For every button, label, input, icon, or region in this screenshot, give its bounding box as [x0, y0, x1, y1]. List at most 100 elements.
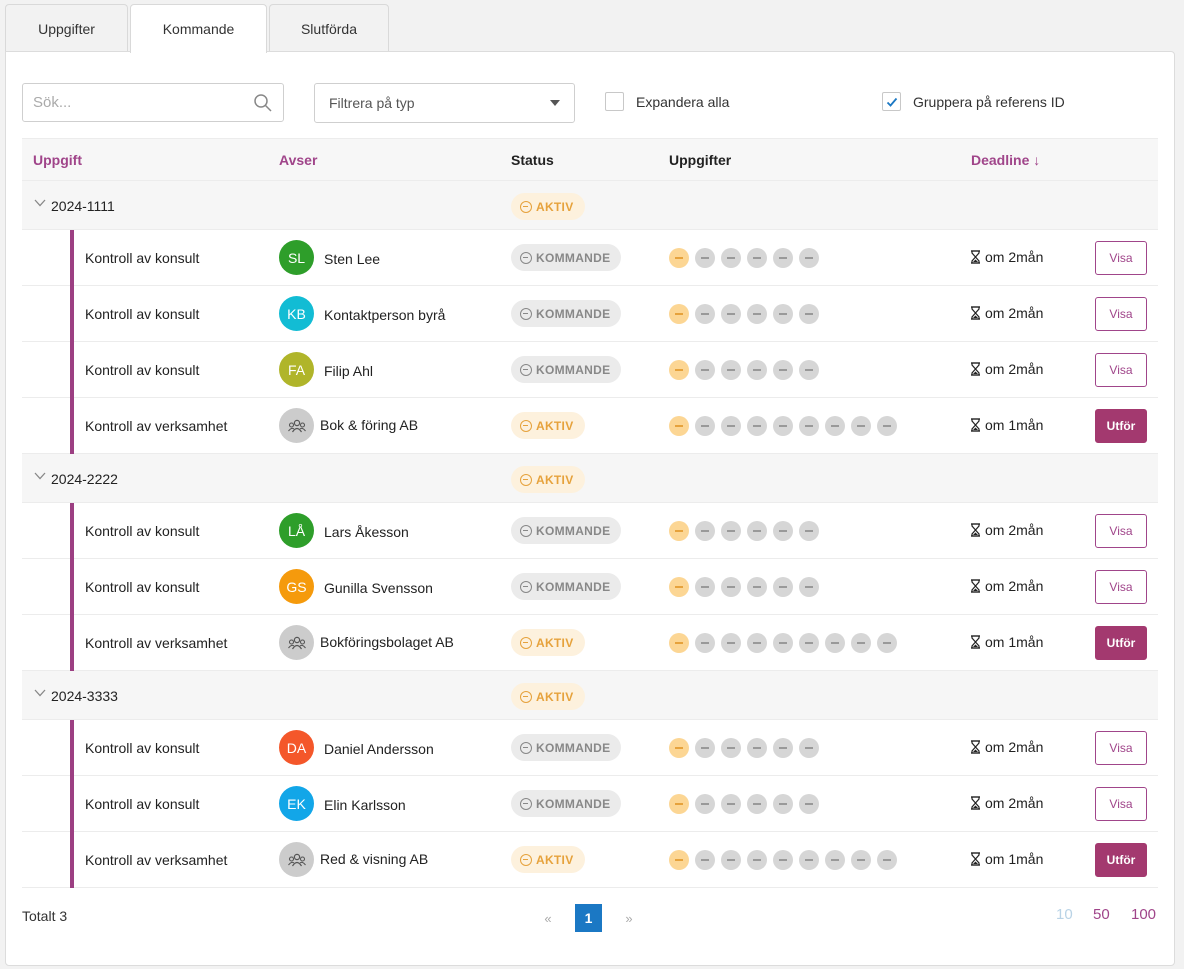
tab-uppgifter[interactable]: Uppgifter [5, 4, 128, 52]
chevron-down-icon[interactable] [34, 689, 46, 697]
prev-page-button[interactable]: « [535, 911, 561, 926]
table-row: Kontroll av konsult SL Sten Lee KOMMANDE om … [22, 230, 1158, 286]
status-badge-label: AKTIV [536, 689, 574, 704]
task-table: Uppgift Avser Status Uppgifter Deadline … [22, 138, 1158, 888]
regarding-name: Bok & föring AB [320, 417, 419, 433]
subtask-dot [747, 248, 767, 268]
column-header-deadline[interactable]: Deadline ↓ [971, 152, 1040, 168]
avatar: DA [279, 730, 314, 765]
subtask-progress [669, 304, 825, 324]
view-button[interactable]: Visa [1095, 297, 1147, 331]
subtask-dot [747, 360, 767, 380]
group-row[interactable]: 2024-3333 AKTIV [22, 671, 1158, 720]
subtask-dot [877, 633, 897, 653]
status-badge-label: AKTIV [536, 635, 574, 650]
avatar: KB [279, 296, 314, 331]
page-size-50[interactable]: 50 [1093, 906, 1110, 923]
avatar: FA [279, 352, 314, 387]
hourglass-icon [971, 579, 980, 593]
next-page-button[interactable]: » [616, 911, 642, 926]
group-reference-id: 2024-2222 [51, 471, 118, 487]
subtask-dot [669, 248, 689, 268]
subtask-progress [669, 850, 903, 870]
search-input[interactable] [33, 94, 253, 111]
status-badge: AKTIV [511, 846, 585, 873]
search-box[interactable] [22, 83, 284, 122]
perform-button[interactable]: Utför [1095, 843, 1147, 877]
status-badge: KOMMANDE [511, 517, 622, 544]
page-size-100[interactable]: 100 [1131, 906, 1156, 923]
tab-kommande[interactable]: Kommande [130, 4, 267, 53]
page-size-10[interactable]: 10 [1056, 906, 1073, 923]
group-by-ref-checkbox[interactable] [882, 92, 901, 111]
minus-circle-icon [520, 419, 532, 432]
regarding-name: Filip Ahl [324, 363, 374, 379]
group-by-ref-toggle[interactable]: Gruppera på referens ID [882, 92, 1065, 111]
view-button[interactable]: Visa [1095, 241, 1147, 275]
total-count: Totalt 3 [22, 908, 68, 924]
minus-circle-icon [520, 251, 532, 264]
task-name: Kontroll av verksamhet [85, 852, 228, 868]
status-badge: AKTIV [511, 683, 585, 710]
view-button[interactable]: Visa [1095, 514, 1147, 548]
type-filter-select[interactable]: Filtrera på typ [314, 83, 575, 123]
minus-circle-icon [520, 200, 532, 213]
column-header-regarding[interactable]: Avser [279, 152, 317, 168]
subtask-dot [721, 794, 741, 814]
expand-all-toggle[interactable]: Expandera alla [605, 92, 729, 111]
group-indicator-bar [70, 776, 74, 832]
chevron-down-icon[interactable] [34, 472, 46, 480]
subtask-progress [669, 577, 825, 597]
avatar-initials: FA [287, 361, 306, 378]
group-indicator-bar [70, 559, 74, 615]
column-header-status: Status [511, 152, 554, 168]
subtask-dot [773, 248, 793, 268]
subtask-dot [799, 794, 819, 814]
regarding-name: Gunilla Svensson [324, 580, 433, 596]
status-badge-label: KOMMANDE [536, 740, 611, 755]
view-button[interactable]: Visa [1095, 353, 1147, 387]
minus-circle-icon [520, 473, 532, 486]
regarding-name: Elin Karlsson [324, 797, 406, 813]
hourglass-icon [971, 635, 980, 649]
subtask-dot [773, 633, 793, 653]
subtask-dot [669, 521, 689, 541]
subtask-dot [825, 416, 845, 436]
hourglass-icon [971, 362, 980, 376]
column-header-task[interactable]: Uppgift [33, 152, 82, 168]
view-button[interactable]: Visa [1095, 570, 1147, 604]
task-name: Kontroll av konsult [85, 740, 200, 756]
group-indicator-bar [70, 615, 74, 671]
search-icon[interactable] [253, 93, 273, 113]
subtask-dot [669, 304, 689, 324]
view-button[interactable]: Visa [1095, 787, 1147, 821]
chevron-down-icon[interactable] [34, 199, 46, 207]
perform-button[interactable]: Utför [1095, 626, 1147, 660]
subtask-dot [877, 416, 897, 436]
subtask-dot [773, 416, 793, 436]
subtask-progress [669, 794, 825, 814]
subtask-dot [721, 416, 741, 436]
status-badge: KOMMANDE [511, 244, 622, 271]
deadline: om 2mån [970, 578, 1043, 594]
subtask-dot [695, 360, 715, 380]
task-name: Kontroll av konsult [85, 362, 200, 378]
tab-slutforda[interactable]: Slutförda [269, 4, 389, 52]
regarding-name: Bokföringsbolaget AB [320, 634, 454, 650]
avatar: SL [279, 240, 314, 275]
deadline: om 1mån [970, 634, 1043, 650]
subtask-dot [721, 577, 741, 597]
group-reference-id: 2024-1111 [51, 198, 115, 214]
group-row[interactable]: 2024-1111 AKTIV [22, 181, 1158, 230]
subtask-dot [695, 416, 715, 436]
deadline: om 1mån [970, 851, 1043, 867]
status-badge-label: KOMMANDE [536, 796, 611, 811]
expand-all-checkbox[interactable] [605, 92, 624, 111]
subtask-dot [851, 416, 871, 436]
page-button-current[interactable]: 1 [575, 904, 602, 932]
view-button[interactable]: Visa [1095, 731, 1147, 765]
group-row[interactable]: 2024-2222 AKTIV [22, 454, 1158, 503]
perform-button[interactable]: Utför [1095, 409, 1147, 443]
table-header: Uppgift Avser Status Uppgifter Deadline … [22, 138, 1158, 181]
avatar-initials: EK [287, 795, 306, 812]
